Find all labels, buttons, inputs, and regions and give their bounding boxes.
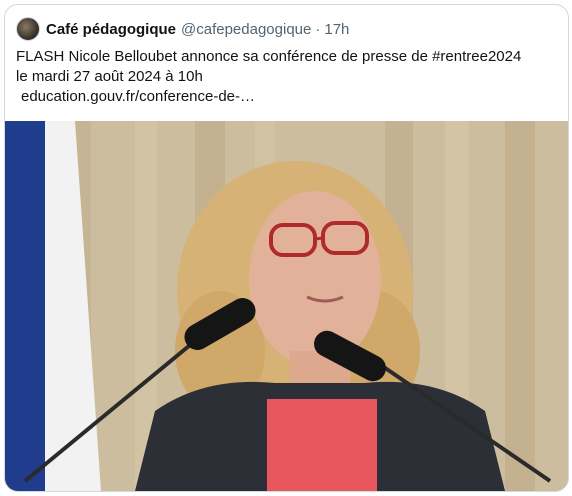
tweet-text-line-2: le mardi 27 août 2024 à 10h [16, 68, 203, 85]
tweet-text: FLASH Nicole Belloubet annonce sa confér… [16, 47, 561, 107]
avatar[interactable] [16, 17, 40, 41]
tweet-text-line-1: FLASH Nicole Belloubet annonce sa confér… [16, 48, 522, 65]
tweet-header: Café pédagogique @cafepedagogique · 17h [16, 17, 349, 41]
author-name[interactable]: Café pédagogique [46, 21, 176, 38]
separator-dot: · [315, 20, 321, 38]
timestamp[interactable]: 17h [324, 21, 349, 38]
author-handle[interactable]: @cafepedagogique [181, 21, 311, 38]
video-still-image [5, 121, 568, 491]
tweet-card[interactable]: Café pédagogique @cafepedagogique · 17h … [4, 4, 569, 492]
tweet-link[interactable]: education.gouv.fr/conference-de-… [16, 87, 561, 107]
tweet-media-image[interactable] [5, 121, 568, 491]
